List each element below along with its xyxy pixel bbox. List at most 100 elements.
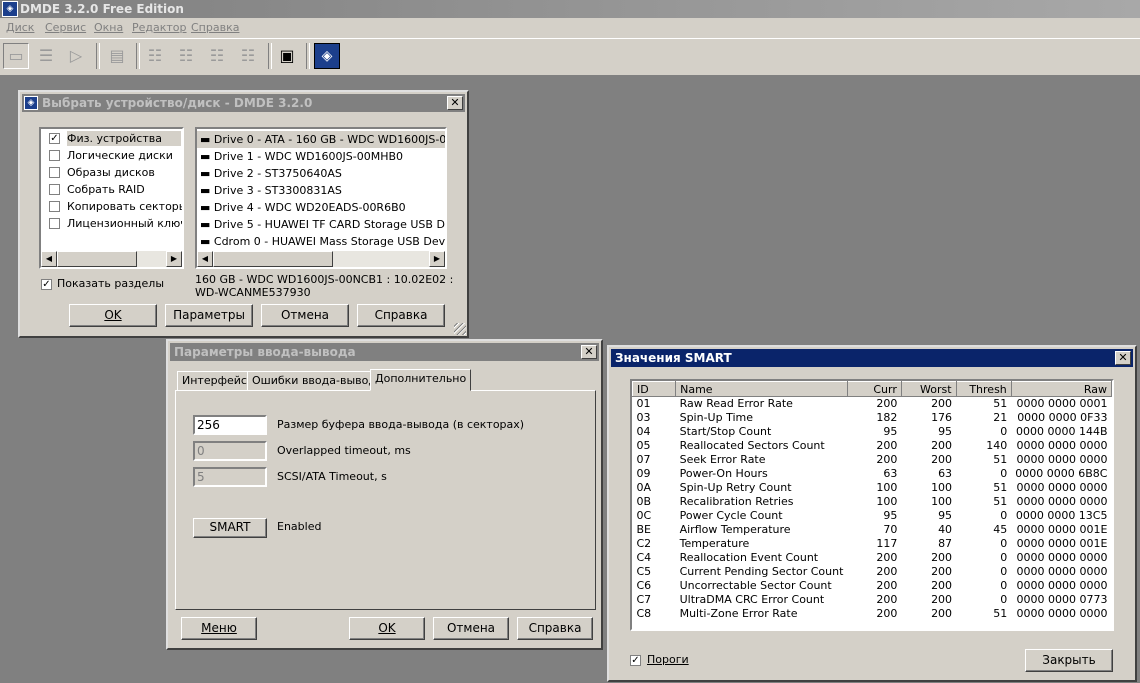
params-button[interactable]: Параметры [165,304,253,327]
category-checkbox[interactable] [49,201,60,212]
buffer-size-input[interactable]: 256 [193,415,267,435]
table-row[interactable]: C4 Reallocation Event Count 200 200 0 0000 00… [633,551,1112,565]
table-row[interactable]: C2 Temperature 117 87 0 0000 0000 001E [633,537,1112,551]
document-icon[interactable]: ▤ [104,43,130,69]
tree-view-icon[interactable]: ☷ [235,43,261,69]
category-logical[interactable]: Логические диски [67,149,173,162]
scroll-thumb[interactable] [213,251,333,267]
help-button[interactable]: Справка [357,304,445,327]
tab-interface[interactable]: Интерфейс [177,371,252,391]
category-checkbox[interactable] [49,167,60,178]
show-partitions-checkbox[interactable]: ✓ [41,279,52,290]
menu-button[interactable]: Меню [181,617,257,640]
drive-item[interactable]: ▬ Drive 1 - WDC WD1600JS-00MHB0 [200,148,445,165]
thresholds-checkbox[interactable]: ✓ [630,655,641,666]
table-row[interactable]: 05 Reallocated Sectors Count 200 200 140 0000… [633,439,1112,453]
tab-advanced[interactable]: Дополнительно [370,369,472,391]
table-row[interactable]: C7 UltraDMA CRC Error Count 200 200 0 0000 00… [633,593,1112,607]
menu-editor[interactable]: Редактор [132,21,187,34]
resize-grip[interactable] [454,323,466,335]
drive-item[interactable]: ▬ Cdrom 0 - HUAWEI Mass Storage USB Devi… [200,233,445,250]
close-icon[interactable]: ✕ [1115,351,1131,365]
scroll-right-icon[interactable]: ▶ [429,251,445,267]
category-checkbox[interactable] [49,184,60,195]
drive-item[interactable]: ▬ Drive 4 - WDC WD20EADS-00R6B0 [200,199,445,216]
table-row[interactable]: 03 Spin-Up Time 182 176 21 0000 0000 0F33 [633,411,1112,425]
drive-label: Drive 2 - ST3750640AS [213,167,342,180]
col-curr[interactable]: Curr [846,381,902,397]
ok-button[interactable]: OK [69,304,157,327]
drive-item[interactable]: ▬ Drive 0 - ATA - 160 GB - WDC WD1600JS-… [200,131,445,148]
table-row[interactable]: 04 Start/Stop Count 95 95 0 0000 0000 144B [633,425,1112,439]
menu-windows[interactable]: Окна [94,21,123,34]
table-row[interactable]: BE Airflow Temperature 70 40 45 0000 0000 001… [633,523,1112,537]
table-row[interactable]: 0B Recalibration Retries 100 100 51 0000 0000… [633,495,1112,509]
overlapped-timeout-input[interactable]: 0 [193,441,267,461]
drive-item[interactable]: ▬ Drive 2 - ST3750640AS [200,165,445,182]
device-dialog-title: Выбрать устройство/диск - DMDE 3.2.0 [42,96,313,110]
close-icon[interactable]: ✕ [447,96,463,110]
ok-button[interactable]: OK [349,617,425,640]
close-button[interactable]: Закрыть [1025,649,1113,672]
cell-curr: 100 [876,481,898,494]
scsi-timeout-label: SCSI/ATA Timeout, s [277,470,387,483]
play-icon[interactable]: ▷ [63,43,89,69]
cell-thresh: 0 [1000,565,1008,578]
table-row[interactable]: 09 Power-On Hours 63 63 0 0000 0000 6B8C [633,467,1112,481]
cell-curr: 200 [876,607,898,620]
category-license[interactable]: Лицензионный ключ... [67,217,182,230]
smart-button[interactable]: SMART [193,518,267,538]
windows-icon[interactable]: ▣ [274,43,300,69]
table-row[interactable]: C8 Multi-Zone Error Rate 200 200 51 0000 0000… [633,607,1112,621]
help-button[interactable]: Справка [517,617,593,640]
table-row[interactable]: 01 Raw Read Error Rate 200 200 51 0000 0000 0… [633,397,1112,412]
list-view-icon[interactable]: ☷ [142,43,168,69]
col-raw[interactable]: Raw [1010,381,1112,397]
table-row[interactable]: 07 Seek Error Rate 200 200 51 0000 0000 0000 [633,453,1112,467]
table-row[interactable]: 0A Spin-Up Retry Count 100 100 51 0000 0000 0… [633,481,1112,495]
table-row[interactable]: C5 Current Pending Sector Count 200 200 0 000… [633,565,1112,579]
scroll-right-icon[interactable]: ▶ [166,251,182,267]
scroll-left-icon[interactable]: ◀ [41,251,57,267]
col-worst[interactable]: Worst [900,381,957,397]
table-row[interactable]: C6 Uncorrectable Sector Count 200 200 0 0000 … [633,579,1112,593]
about-icon[interactable]: ◈ [314,43,340,69]
drive-item[interactable]: ▬ Drive 5 - HUAWEI TF CARD Storage USB D… [200,216,445,233]
category-checkbox[interactable] [49,150,60,161]
cancel-button[interactable]: Отмена [261,304,349,327]
category-list: ✓ Физ. устройства Логические диски Образ… [39,127,184,269]
cell-name: Raw Read Error Rate [679,397,793,410]
menu-help[interactable]: Справка [191,21,239,34]
scsi-timeout-input[interactable]: 5 [193,467,267,487]
scroll-thumb[interactable] [57,251,137,267]
cell-thresh: 0 [1000,537,1008,550]
category-checkbox[interactable]: ✓ [49,133,60,144]
category-hscroll[interactable]: ◀ ▶ [41,251,182,267]
col-id[interactable]: ID [632,381,677,397]
table-view-icon[interactable]: ☷ [204,43,230,69]
category-checkbox[interactable] [49,218,60,229]
menu-disk[interactable]: Диск [6,21,34,34]
scroll-left-icon[interactable]: ◀ [197,251,213,267]
cell-worst: 200 [931,607,953,620]
col-thresh[interactable]: Thresh [955,381,1012,397]
category-raid[interactable]: Собрать RAID [67,183,145,196]
disk-select-icon[interactable]: ▭ [3,43,29,69]
detail-view-icon[interactable]: ☷ [173,43,199,69]
col-name[interactable]: Name [675,381,848,397]
menu-service[interactable]: Сервис [45,21,86,34]
drive-item[interactable]: ▬ Drive 3 - ST3300831AS [200,182,445,199]
tab-io-errors[interactable]: Ошибки ввода-вывода [247,371,388,391]
drive-hscroll[interactable]: ◀ ▶ [197,251,445,267]
category-images[interactable]: Образы дисков [67,166,155,179]
partitions-icon[interactable]: ☰ [33,43,59,69]
cell-raw: 0000 0000 0000 [1016,551,1108,564]
category-physical[interactable]: Физ. устройства [67,132,162,145]
drive-icon: ▬ [200,133,214,146]
params-button-label: Параметры [173,308,245,322]
cancel-button[interactable]: Отмена [433,617,509,640]
category-copy[interactable]: Копировать секторы [67,200,182,213]
table-row[interactable]: 0C Power Cycle Count 95 95 0 0000 0000 13C5 [633,509,1112,523]
menu-button-label: Меню [201,621,237,635]
close-icon[interactable]: ✕ [581,345,597,359]
